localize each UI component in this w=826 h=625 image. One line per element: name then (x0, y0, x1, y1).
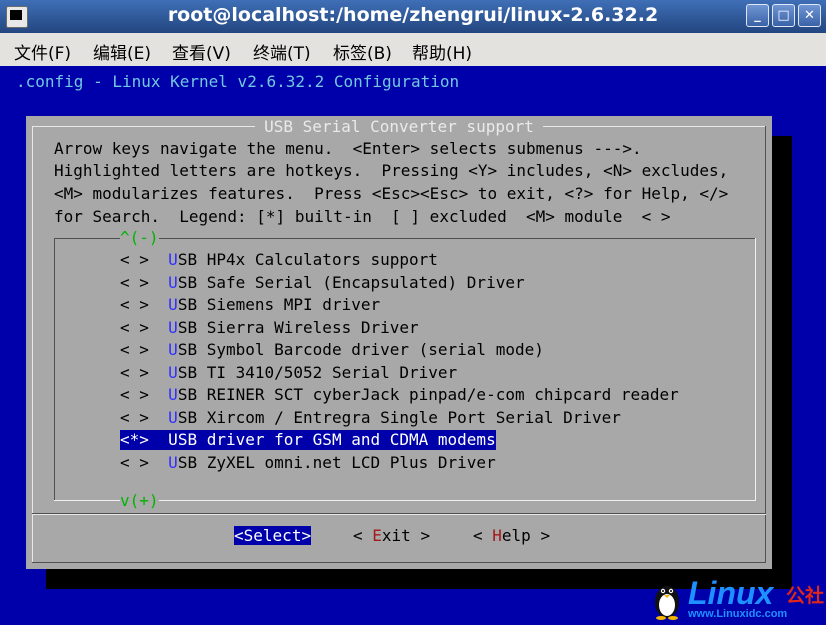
item-hotkey: U (168, 318, 178, 337)
item-state: < > (120, 385, 149, 404)
dialog-title-wrap: USB Serial Converter support (26, 117, 772, 136)
watermark-brand: Linux (688, 575, 774, 611)
btn-bracket: > (530, 526, 551, 545)
watermark-suffix: 公社 (786, 585, 825, 607)
menu-file[interactable]: 文件(F) (14, 39, 71, 64)
maximize-button[interactable]: □ (772, 4, 795, 27)
scroll-down-indicator: v(+) (120, 491, 159, 510)
btn-hotkey: S (243, 526, 254, 545)
menu-terminal[interactable]: 终端(T) (253, 39, 311, 64)
menu-view[interactable]: 查看(V) (172, 39, 231, 64)
select-button[interactable]: <Select> (234, 526, 312, 545)
item-label: SB REINER SCT cyberJack pinpad/e-com chi… (177, 385, 679, 404)
btn-bracket: > (301, 526, 312, 545)
menu-item-hp4x[interactable]: < > USB HP4x Calculators support (120, 250, 438, 270)
btn-bracket: < (234, 526, 244, 545)
help-line-4: for Search. Legend: [*] built-in [ ] exc… (54, 207, 671, 226)
terminal-area[interactable]: .config - Linux Kernel v2.6.32.2 Configu… (0, 66, 826, 625)
menu-list[interactable]: ^(-) v(+) < > USB HP4x Calculators suppo… (54, 228, 756, 510)
penguin-logo-icon (655, 586, 679, 620)
item-hotkey: U (168, 295, 178, 314)
scroll-up-indicator: ^(-) (120, 228, 159, 247)
btn-bracket: > (410, 526, 431, 545)
item-state: < > (120, 295, 149, 314)
item-hotkey: U (168, 340, 178, 359)
help-line-2: Highlighted letters are hotkeys. Pressin… (54, 161, 729, 180)
menubar: 文件(F) 编辑(E) 查看(V) 终端(T) 标签(B) 帮助(H) (0, 33, 826, 67)
menu-item-symbol[interactable]: < > USB Symbol Barcode driver (serial mo… (120, 340, 544, 360)
list-border-top (54, 238, 756, 239)
help-line-1: Arrow keys navigate the menu. <Enter> se… (54, 139, 642, 158)
menu-help[interactable]: 帮助(H) (412, 39, 472, 64)
list-border-left (54, 238, 55, 501)
window-title: root@localhost:/home/zhengrui/linux-2.6.… (167, 4, 659, 26)
item-hotkey: U (168, 273, 178, 292)
item-hotkey: U (168, 385, 178, 404)
item-label: SB Xircom / Entregra Single Port Serial … (177, 408, 621, 427)
item-label: SB TI 3410/5052 Serial Driver (177, 363, 458, 382)
dialog-border-bottom (32, 562, 766, 563)
btn-bracket: < (353, 526, 373, 545)
exit-button[interactable]: < Exit > (353, 526, 430, 545)
item-label: SB Siemens MPI driver (177, 295, 381, 314)
menu-item-ti-3410[interactable]: < > USB TI 3410/5052 Serial Driver (120, 363, 457, 383)
menu-item-xircom[interactable]: < > USB Xircom / Entregra Single Port Se… (120, 408, 621, 428)
btn-label: elp (501, 526, 531, 545)
menu-item-cyberjack[interactable]: < > USB REINER SCT cyberJack pinpad/e-co… (120, 385, 679, 405)
menu-item-sierra[interactable]: < > USB Sierra Wireless Driver (120, 318, 419, 338)
item-label: SB Symbol Barcode driver (serial mode) (177, 340, 544, 359)
item-label: SB Safe Serial (Encapsulated) Driver (177, 273, 525, 292)
item-state: < > (120, 408, 149, 427)
item-state: < > (120, 318, 149, 337)
item-state: < > (120, 250, 149, 269)
item-hotkey: U (168, 363, 178, 382)
item-hotkey: U (168, 408, 178, 427)
menu-item-safe-serial[interactable]: < > USB Safe Serial (Encapsulated) Drive… (120, 273, 525, 293)
buttons-separator-highlight (32, 514, 766, 515)
item-state: < > (120, 273, 149, 292)
item-state: < > (120, 340, 149, 359)
item-label: SB driver for GSM and CDMA modems (177, 430, 496, 449)
item-label: SB HP4x Calculators support (177, 250, 438, 269)
close-button[interactable]: ✕ (798, 4, 821, 27)
item-label: SB Sierra Wireless Driver (177, 318, 419, 337)
menu-item-siemens-mpi[interactable]: < > USB Siemens MPI driver (120, 295, 380, 315)
menu-tabs[interactable]: 标签(B) (333, 39, 392, 64)
item-state: <*> (120, 430, 149, 449)
dialog-border-right (765, 126, 766, 563)
list-border-bottom (54, 500, 756, 501)
config-title: .config - Linux Kernel v2.6.32.2 Configu… (16, 72, 460, 91)
window-titlebar[interactable]: root@localhost:/home/zhengrui/linux-2.6.… (0, 0, 826, 33)
btn-label: elect (253, 526, 302, 545)
menu-item-zyxel[interactable]: < > USB ZyXEL omni.net LCD Plus Driver (120, 453, 496, 473)
minimize-button[interactable]: _ (746, 4, 769, 27)
list-border-right (755, 238, 756, 501)
watermark-url: www.Linuxidc.com (688, 608, 788, 620)
btn-label: xit (381, 526, 411, 545)
help-button[interactable]: < Help > (473, 526, 550, 545)
item-hotkey: U (168, 250, 178, 269)
help-line-3: <M> modularizes features. Press <Esc><Es… (54, 184, 729, 203)
menu-edit[interactable]: 编辑(E) (93, 39, 151, 64)
item-hotkey: U (168, 453, 178, 472)
dialog-border-left (32, 126, 33, 563)
item-state: < > (120, 453, 149, 472)
linuxidc-watermark: Linux 公社 www.Linuxidc.com (652, 575, 826, 625)
item-hotkey: U (168, 430, 178, 449)
dialog-title: USB Serial Converter support (255, 117, 543, 136)
item-label: SB ZyXEL omni.net LCD Plus Driver (177, 453, 496, 472)
btn-hotkey: H (492, 526, 502, 545)
item-state: < > (120, 363, 149, 382)
btn-bracket: < (473, 526, 493, 545)
menuconfig-dialog: USB Serial Converter support Arrow keys … (26, 116, 772, 569)
menu-item-gsm-cdma[interactable]: <*> USB driver for GSM and CDMA modems (120, 430, 496, 450)
btn-hotkey: E (372, 526, 382, 545)
